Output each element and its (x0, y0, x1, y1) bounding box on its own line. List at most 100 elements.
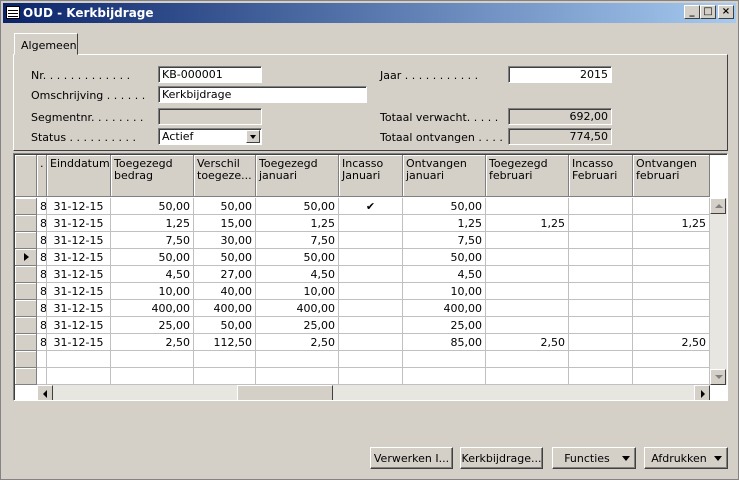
table-cell[interactable] (569, 249, 633, 266)
close-button[interactable]: × (718, 5, 734, 19)
table-cell[interactable]: 10,00 (256, 283, 339, 300)
table-cell[interactable]: 50,00 (111, 198, 194, 215)
table-cell[interactable]: 31-12-15 (47, 215, 111, 232)
status-select[interactable]: Actief (158, 128, 262, 145)
table-cell[interactable] (486, 300, 569, 317)
table-cell[interactable] (569, 368, 633, 385)
table-cell[interactable] (569, 300, 633, 317)
row-selector[interactable] (15, 232, 37, 249)
table-cell[interactable]: 8 (37, 198, 47, 215)
column-header[interactable]: Toegezegd bedrag (111, 155, 194, 197)
table-cell[interactable]: 2,50 (486, 334, 569, 351)
minimize-button[interactable]: _ (684, 5, 700, 19)
row-selector[interactable] (15, 249, 37, 266)
table-cell[interactable]: 112,50 (194, 334, 256, 351)
table-cell[interactable]: 50,00 (194, 317, 256, 334)
table-cell[interactable]: 31-12-15 (47, 266, 111, 283)
table-cell[interactable]: 85,00 (403, 334, 486, 351)
table-cell[interactable] (486, 351, 569, 368)
table-cell[interactable]: 50,00 (194, 198, 256, 215)
table-cell[interactable]: 8 (37, 249, 47, 266)
table-cell[interactable]: 50,00 (256, 249, 339, 266)
table-cell[interactable]: 15,00 (194, 215, 256, 232)
scroll-right-button[interactable] (694, 385, 710, 400)
table-cell[interactable] (569, 266, 633, 283)
tab-algemeen[interactable]: Algemeen (14, 33, 78, 55)
table-cell[interactable]: 8 (37, 283, 47, 300)
column-header[interactable]: . (37, 155, 47, 197)
table-cell[interactable] (569, 351, 633, 368)
functies-button[interactable]: Functies (552, 447, 636, 469)
table-cell[interactable] (256, 351, 339, 368)
table-cell[interactable] (339, 300, 403, 317)
table-cell[interactable] (633, 317, 710, 334)
table-cell[interactable]: 40,00 (194, 283, 256, 300)
table-cell[interactable]: 30,00 (194, 232, 256, 249)
scroll-up-button[interactable] (710, 198, 726, 214)
table-cell[interactable]: 400,00 (194, 300, 256, 317)
horizontal-scroll-thumb[interactable] (237, 385, 333, 400)
column-header[interactable]: Verschil toegeze... (194, 155, 256, 197)
table-cell[interactable]: 31-12-15 (47, 300, 111, 317)
table-cell[interactable]: 400,00 (256, 300, 339, 317)
maximize-button[interactable]: □ (700, 5, 716, 19)
table-cell[interactable] (339, 334, 403, 351)
table-cell[interactable]: 4,50 (111, 266, 194, 283)
table-cell[interactable]: 31-12-15 (47, 283, 111, 300)
table-cell[interactable]: 50,00 (256, 198, 339, 215)
table-cell[interactable] (486, 368, 569, 385)
table-cell[interactable]: 31-12-15 (47, 334, 111, 351)
table-cell[interactable] (633, 198, 710, 215)
table-cell[interactable] (256, 368, 339, 385)
table-cell[interactable] (569, 283, 633, 300)
table-cell[interactable]: 31-12-15 (47, 198, 111, 215)
table-cell[interactable] (569, 198, 633, 215)
table-cell[interactable] (339, 283, 403, 300)
chevron-down-icon[interactable] (246, 130, 260, 143)
table-cell[interactable] (339, 317, 403, 334)
table-cell[interactable]: 2,50 (111, 334, 194, 351)
table-cell[interactable]: 1,25 (111, 215, 194, 232)
table-cell[interactable]: 8 (37, 334, 47, 351)
table-cell[interactable] (486, 249, 569, 266)
table-cell[interactable] (47, 351, 111, 368)
table-cell[interactable]: ✔ (339, 198, 403, 215)
table-cell[interactable] (339, 215, 403, 232)
table-cell[interactable]: 400,00 (403, 300, 486, 317)
table-cell[interactable] (486, 317, 569, 334)
table-cell[interactable] (111, 368, 194, 385)
nr-field[interactable]: KB-000001 (158, 66, 262, 83)
row-selector[interactable] (15, 317, 37, 334)
table-cell[interactable] (37, 351, 47, 368)
kerkbijdrage-button[interactable]: Kerkbijdrage... (460, 447, 543, 469)
omschrijving-field[interactable]: Kerkbijdrage (158, 86, 367, 103)
table-cell[interactable] (403, 368, 486, 385)
table-cell[interactable]: 7,50 (111, 232, 194, 249)
table-cell[interactable] (339, 351, 403, 368)
column-header[interactable]: Toegezegd februari (486, 155, 569, 197)
scroll-down-button[interactable] (710, 369, 726, 385)
table-cell[interactable] (569, 334, 633, 351)
column-header[interactable]: Incasso Januari (339, 155, 403, 197)
jaar-field[interactable]: 2015 (508, 66, 612, 83)
row-selector[interactable] (15, 283, 37, 300)
table-cell[interactable]: 25,00 (111, 317, 194, 334)
segmentnr-field[interactable] (158, 108, 262, 125)
table-cell[interactable] (47, 368, 111, 385)
afdrukken-button[interactable]: Afdrukken (644, 447, 728, 469)
table-cell[interactable] (339, 232, 403, 249)
table-cell[interactable]: 4,50 (256, 266, 339, 283)
table-cell[interactable]: 10,00 (403, 283, 486, 300)
table-cell[interactable]: 8 (37, 300, 47, 317)
table-cell[interactable]: 400,00 (111, 300, 194, 317)
table-cell[interactable] (486, 283, 569, 300)
table-cell[interactable] (633, 249, 710, 266)
row-selector[interactable] (15, 266, 37, 283)
row-selector[interactable] (15, 334, 37, 351)
table-cell[interactable]: 7,50 (256, 232, 339, 249)
verwerken-button[interactable]: Verwerken I... (370, 447, 453, 469)
table-cell[interactable]: 8 (37, 232, 47, 249)
table-cell[interactable] (37, 368, 47, 385)
table-cell[interactable]: 10,00 (111, 283, 194, 300)
column-header[interactable]: Toegezegd januari (256, 155, 339, 197)
